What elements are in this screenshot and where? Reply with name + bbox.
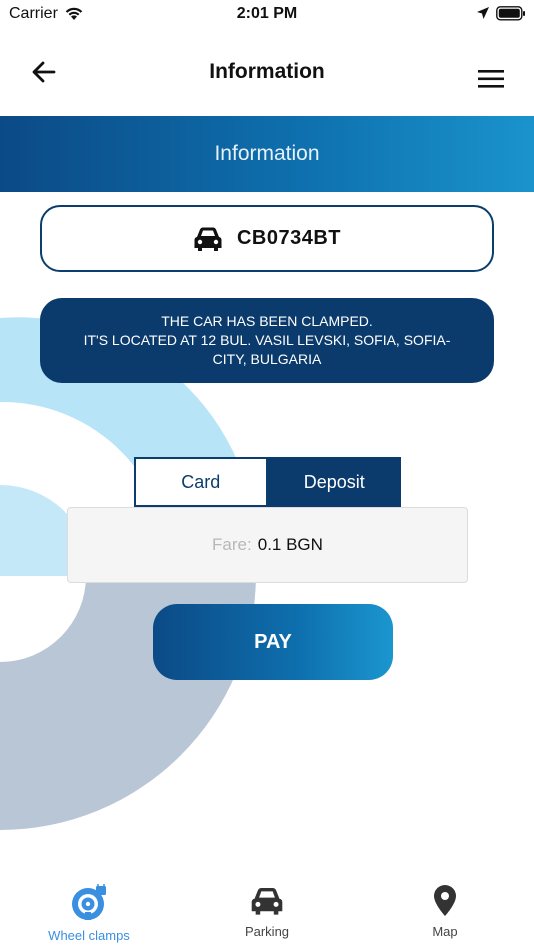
fare-field: Fare: 0.1 BGN (67, 507, 468, 583)
clock: 2:01 PM (236, 5, 298, 22)
section-banner: Information (0, 116, 534, 192)
tab-label: Map (432, 924, 458, 939)
location-arrow-icon (477, 7, 489, 19)
wheel-clamp-icon (72, 884, 106, 920)
tab-label: Wheel clamps (48, 928, 130, 943)
alert-line-1: THE CAR HAS BEEN CLAMPED. (161, 313, 373, 329)
fare-label: Fare: (212, 535, 252, 554)
pay-button[interactable]: PAY (153, 604, 393, 680)
alert-line-2: IT'S LOCATED AT 12 BUL. VASIL LEVSKI, SO… (83, 332, 451, 348)
car-icon (194, 227, 222, 251)
tab-card[interactable]: Card (134, 457, 268, 507)
clamped-alert: THE CAR HAS BEEN CLAMPED. IT'S LOCATED A… (40, 298, 494, 383)
fare-value: 0.1 BGN (257, 535, 323, 554)
alert-line-3: CITY, BULGARIA (212, 351, 322, 367)
tab-deposit[interactable]: Deposit (267, 457, 401, 507)
map-pin-icon (434, 885, 456, 916)
status-bar: Carrier 2:01 PM (0, 0, 534, 28)
tab-wheel-clamps[interactable]: Wheel clamps (0, 876, 178, 950)
tab-label: Parking (244, 924, 290, 939)
banner-title: Information (214, 142, 320, 165)
vehicle-plate-card: CB0734BT (40, 205, 494, 272)
car-icon (251, 887, 283, 915)
hamburger-menu-icon[interactable] (476, 68, 506, 90)
nav-header: Information (0, 40, 534, 110)
page-title: Information (209, 60, 325, 83)
tab-map[interactable]: Map (356, 876, 534, 950)
plate-number: CB0734BT (236, 227, 342, 249)
battery-icon (496, 6, 525, 21)
payment-type-tabs: Card Deposit (134, 457, 401, 507)
bottom-tab-bar: Wheel clamps Parking Map (0, 876, 534, 950)
tab-parking[interactable]: Parking (178, 876, 356, 950)
